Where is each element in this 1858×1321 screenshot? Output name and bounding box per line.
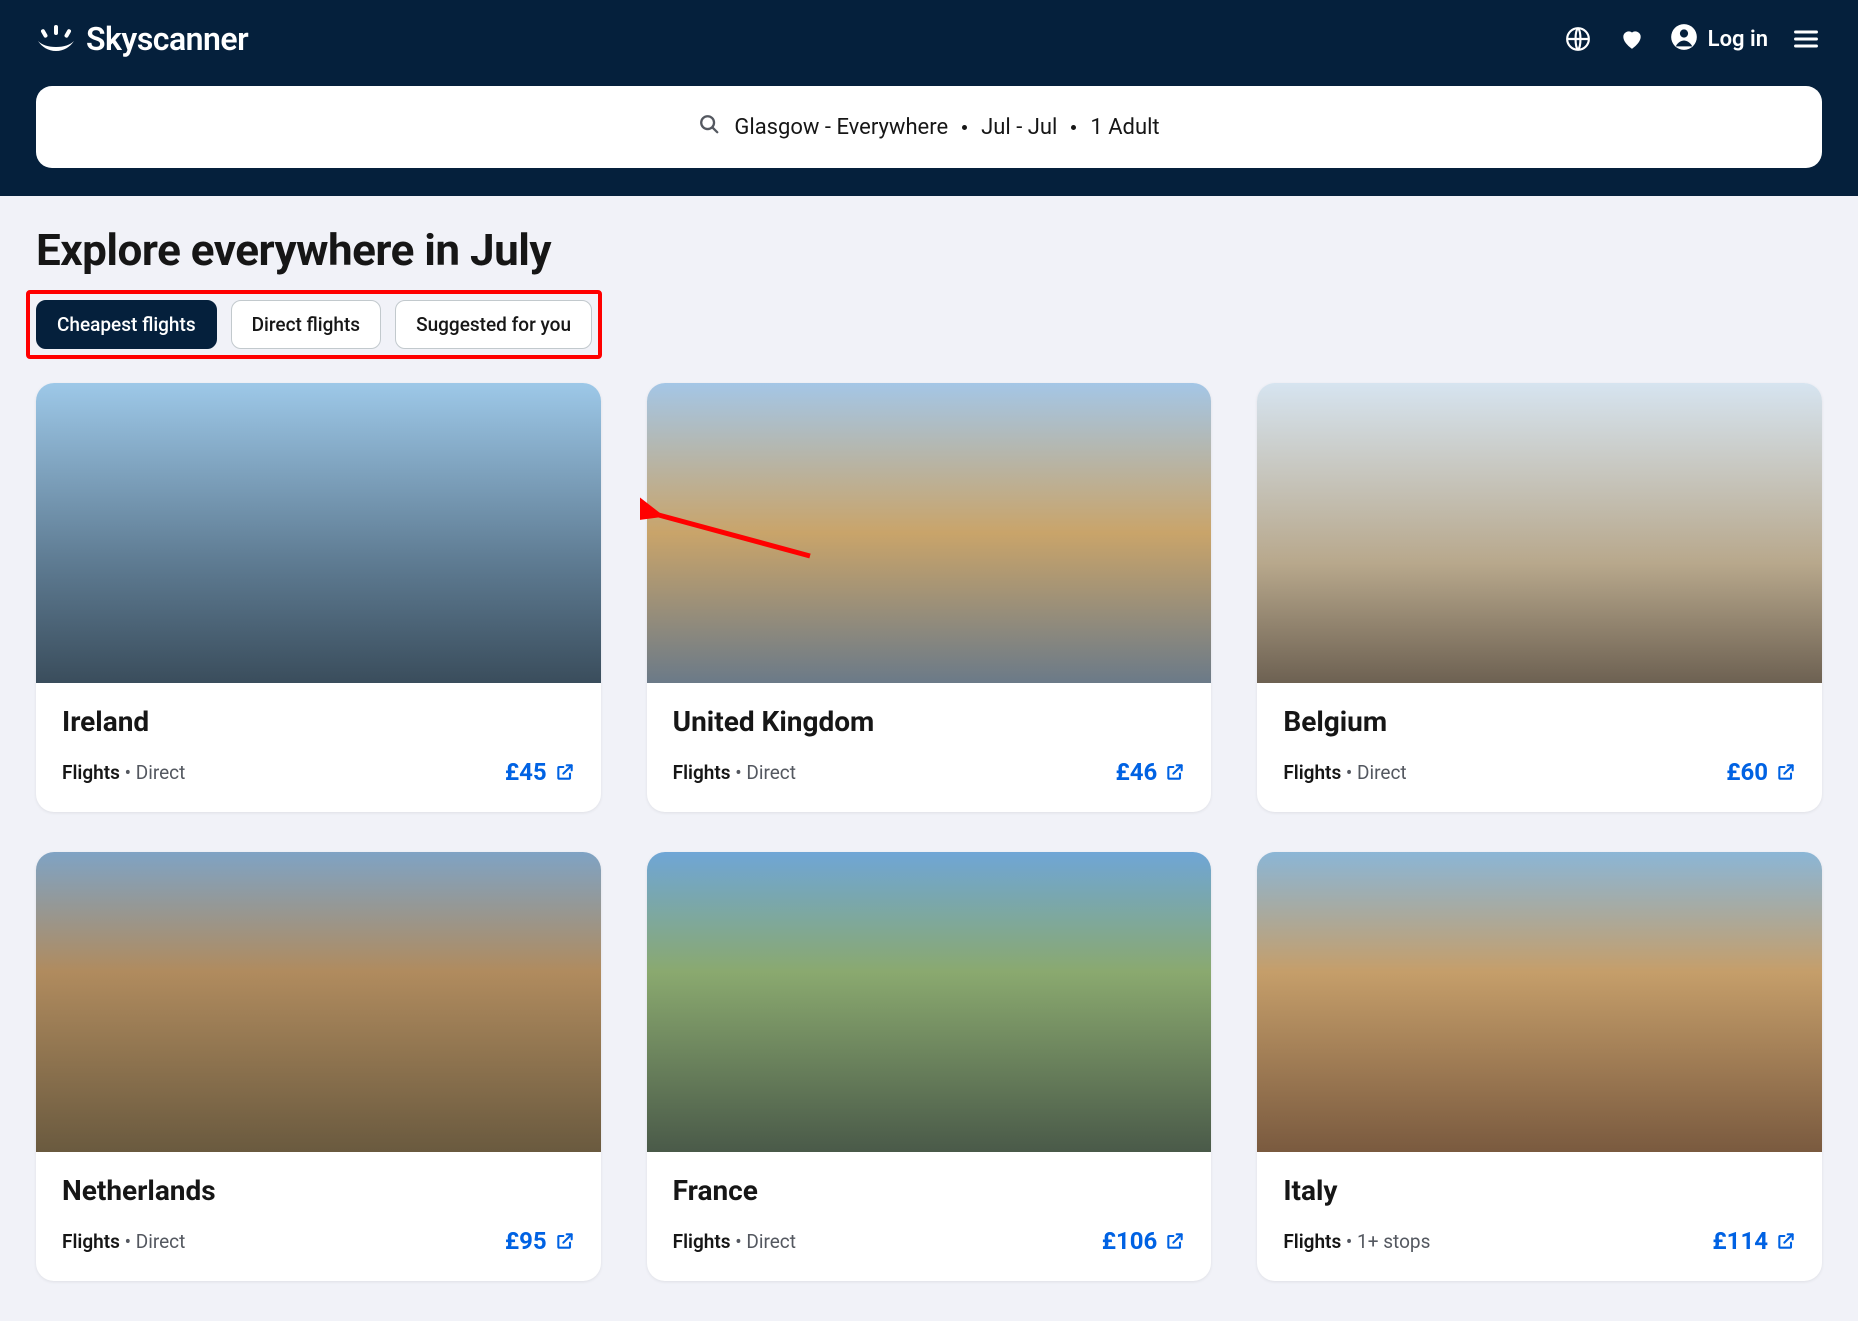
price-value: £95: [505, 1227, 547, 1255]
site-header: Skyscanner: [0, 0, 1858, 196]
destination-card-netherlands[interactable]: Netherlands Flights • Direct £95: [36, 852, 601, 1281]
main-content: Explore everywhere in July Cheapest flig…: [0, 196, 1858, 1321]
destination-image: [1257, 383, 1822, 683]
filter-chip-suggested-for-you[interactable]: Suggested for you: [395, 300, 592, 349]
search-summary-bar[interactable]: Glasgow - Everywhere Jul - Jul 1 Adult: [36, 86, 1822, 168]
card-bottom-row: Flights • Direct £95: [62, 1227, 575, 1255]
external-link-icon: [555, 1231, 575, 1251]
flight-meta: Flights • Direct: [673, 1230, 796, 1253]
destination-card-italy[interactable]: Italy Flights • 1+ stops £114: [1257, 852, 1822, 1281]
card-body: France Flights • Direct £106: [647, 1152, 1212, 1281]
price-link[interactable]: £95: [505, 1227, 575, 1255]
external-link-icon: [1165, 1231, 1185, 1251]
destination-card-united-kingdom[interactable]: United Kingdom Flights • Direct £46: [647, 383, 1212, 812]
card-body: United Kingdom Flights • Direct £46: [647, 683, 1212, 812]
destination-image: [647, 383, 1212, 683]
price-value: £106: [1102, 1227, 1158, 1255]
destination-image: [36, 383, 601, 683]
card-bottom-row: Flights • Direct £45: [62, 758, 575, 786]
destination-card-belgium[interactable]: Belgium Flights • Direct £60: [1257, 383, 1822, 812]
separator-dot: [962, 125, 967, 130]
filter-chip-cheapest-flights[interactable]: Cheapest flights: [36, 300, 217, 349]
destination-name: Italy: [1283, 1174, 1796, 1207]
flight-meta: Flights • Direct: [1283, 761, 1406, 784]
account-icon: [1670, 23, 1698, 55]
brand-name: Skyscanner: [86, 20, 248, 58]
external-link-icon: [1776, 762, 1796, 782]
card-body: Italy Flights • 1+ stops £114: [1257, 1152, 1822, 1281]
external-link-icon: [555, 762, 575, 782]
card-body: Belgium Flights • Direct £60: [1257, 683, 1822, 812]
flight-meta: Flights • Direct: [673, 761, 796, 784]
card-bottom-row: Flights • 1+ stops £114: [1283, 1227, 1796, 1255]
destination-image: [1257, 852, 1822, 1152]
destination-image: [647, 852, 1212, 1152]
card-body: Ireland Flights • Direct £45: [36, 683, 601, 812]
menu-icon[interactable]: [1790, 23, 1822, 55]
price-link[interactable]: £45: [505, 758, 575, 786]
search-travellers: 1 Adult: [1090, 115, 1159, 140]
destination-card-france[interactable]: France Flights • Direct £106: [647, 852, 1212, 1281]
destination-name: France: [673, 1174, 1186, 1207]
destination-grid: Ireland Flights • Direct £45 United Kingdom…: [36, 383, 1822, 1281]
search-dates: Jul - Jul: [981, 115, 1057, 140]
price-link[interactable]: £106: [1102, 1227, 1186, 1255]
price-link[interactable]: £46: [1116, 758, 1186, 786]
card-bottom-row: Flights • Direct £46: [673, 758, 1186, 786]
header-top-row: Skyscanner: [36, 20, 1822, 58]
region-icon[interactable]: [1562, 23, 1594, 55]
flight-meta: Flights • 1+ stops: [1283, 1230, 1430, 1253]
separator-dot: [1071, 125, 1076, 130]
login-button[interactable]: Log in: [1670, 23, 1768, 55]
price-value: £45: [505, 758, 547, 786]
external-link-icon: [1776, 1231, 1796, 1251]
heart-icon[interactable]: [1616, 23, 1648, 55]
card-bottom-row: Flights • Direct £106: [673, 1227, 1186, 1255]
flight-meta: Flights • Direct: [62, 761, 185, 784]
destination-name: Netherlands: [62, 1174, 575, 1207]
login-label: Log in: [1708, 27, 1768, 52]
card-bottom-row: Flights • Direct £60: [1283, 758, 1796, 786]
filter-tabs: Cheapest flights Direct flights Suggested …: [36, 300, 592, 349]
destination-image: [36, 852, 601, 1152]
filter-chip-direct-flights[interactable]: Direct flights: [231, 300, 381, 349]
destination-name: Belgium: [1283, 705, 1796, 738]
destination-card-ireland[interactable]: Ireland Flights • Direct £45: [36, 383, 601, 812]
price-link[interactable]: £114: [1712, 1227, 1796, 1255]
flight-meta: Flights • Direct: [62, 1230, 185, 1253]
header-actions: Log in: [1562, 23, 1822, 55]
price-link[interactable]: £60: [1726, 758, 1796, 786]
search-icon: [698, 113, 720, 141]
price-value: £60: [1726, 758, 1768, 786]
price-value: £46: [1116, 758, 1158, 786]
destination-name: United Kingdom: [673, 705, 1186, 738]
search-route: Glasgow - Everywhere: [734, 115, 948, 140]
destination-name: Ireland: [62, 705, 575, 738]
brand-logo[interactable]: Skyscanner: [36, 20, 248, 58]
external-link-icon: [1165, 762, 1185, 782]
price-value: £114: [1712, 1227, 1768, 1255]
page-title: Explore everywhere in July: [36, 224, 1822, 276]
logo-sun-icon: [36, 23, 76, 55]
card-body: Netherlands Flights • Direct £95: [36, 1152, 601, 1281]
